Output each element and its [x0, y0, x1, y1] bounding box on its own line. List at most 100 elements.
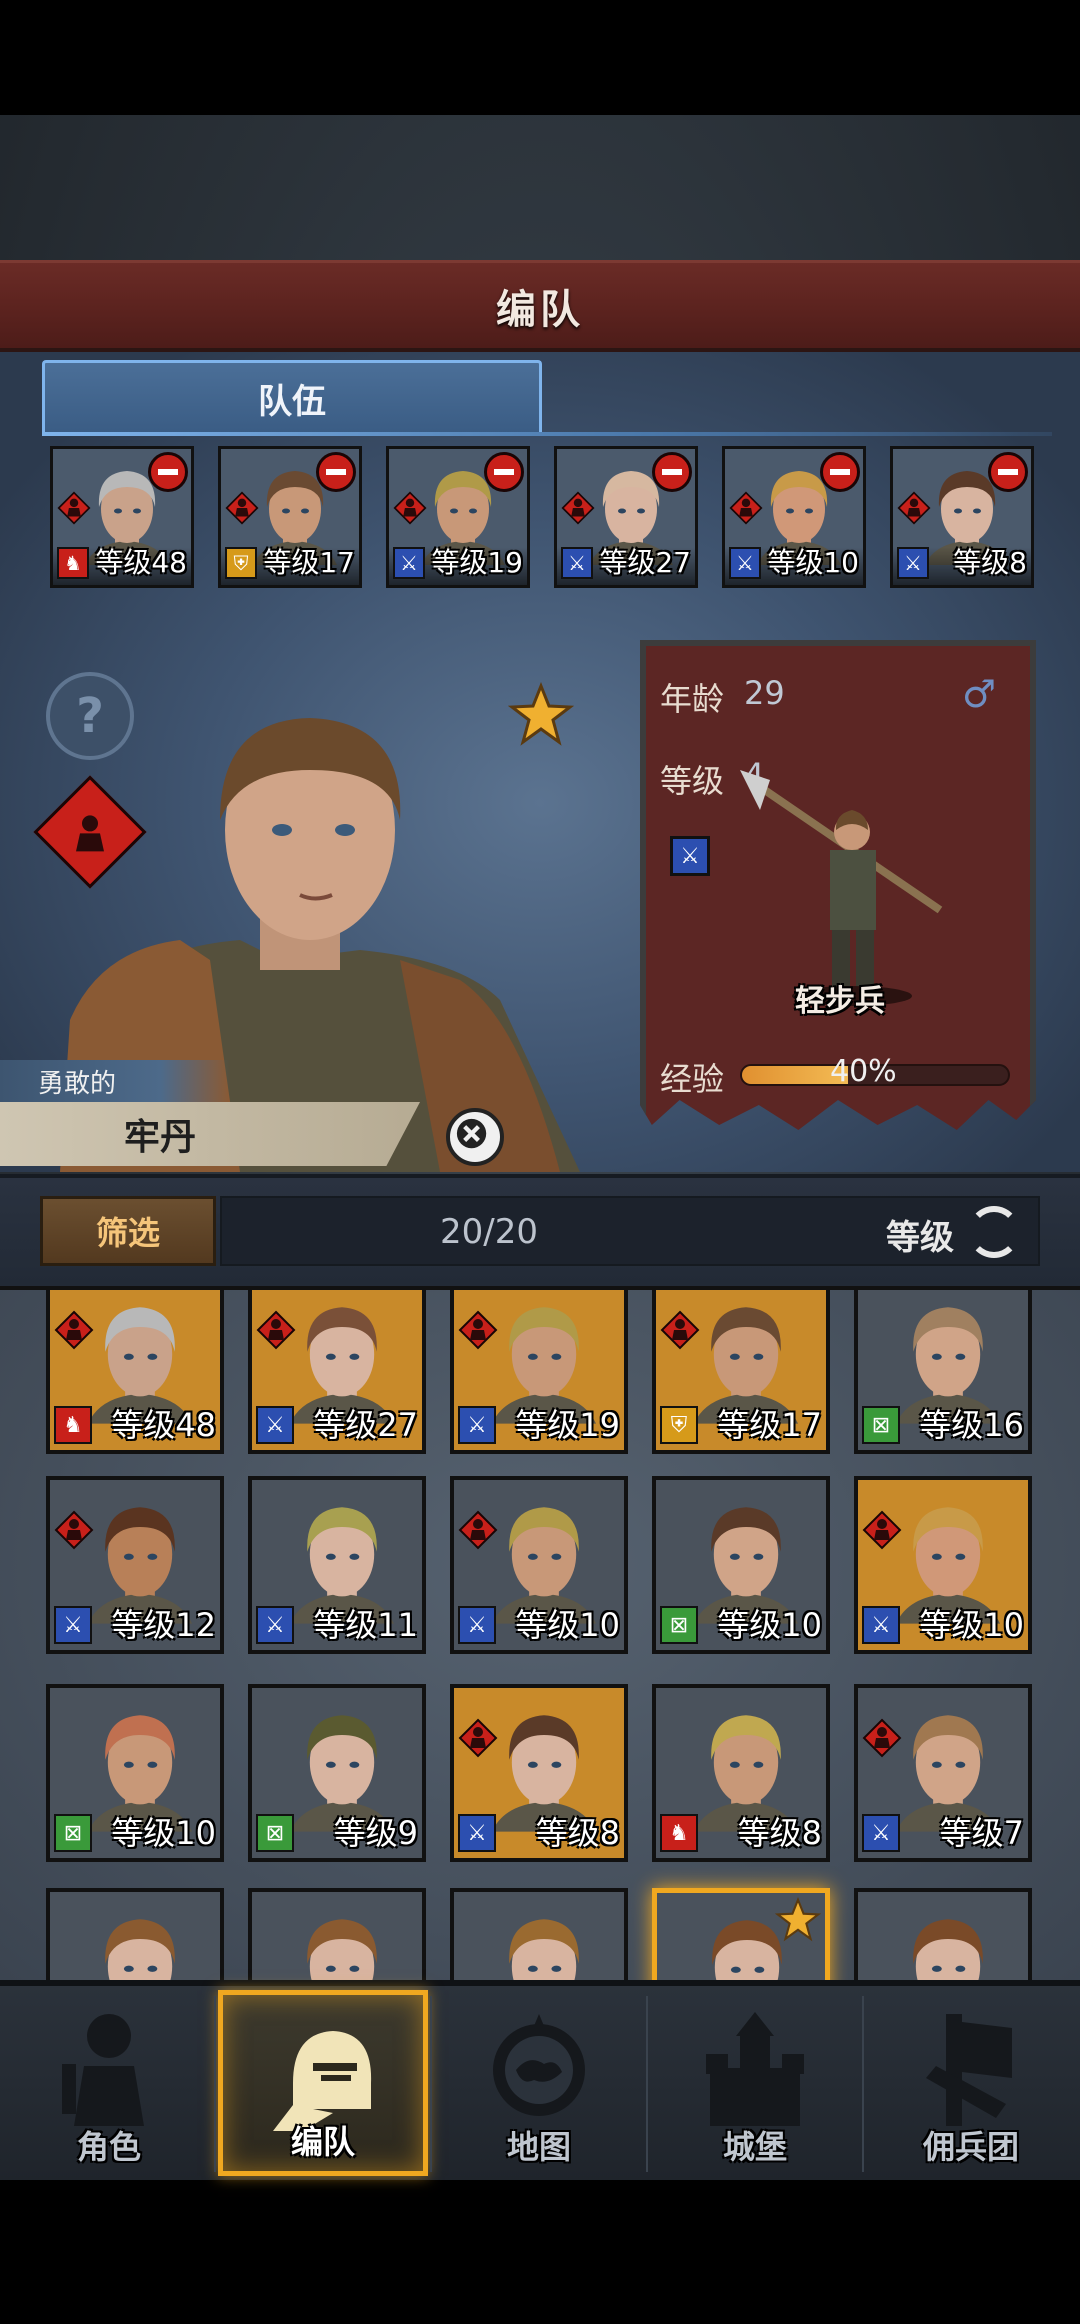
tab-underline [42, 432, 1052, 436]
banner-icon [916, 2008, 1026, 2126]
sword-class-icon: ⚔ [256, 1406, 294, 1444]
nav-item-helmet[interactable]: 编队 [218, 1990, 428, 2176]
soldier-level: 等级8 [535, 1814, 620, 1852]
roster-count: 20/20 [440, 1212, 538, 1252]
bow-class-icon: ⊠ [862, 1406, 900, 1444]
roster-grid: ♞ 等级48 ⚔ 等级27 ⚔ 等级19 ⛨ 等级17 ⊠ 等级16 ⚔ 等级12 ⚔ 等级11 ⚔ 等级10… [0, 1290, 1080, 1980]
fighter-role-icon [225, 491, 259, 525]
soldier-level: 等级9 [333, 1814, 418, 1852]
soldier-level: 等级27 [313, 1406, 418, 1444]
dismiss-hero-button[interactable] [446, 1108, 504, 1166]
soldier-level: 等级8 [737, 1814, 822, 1852]
roster-soldier-card[interactable]: ⊠ 等级16 [854, 1290, 1032, 1454]
soldier-level: 等级19 [515, 1406, 620, 1444]
team-member-card[interactable]: ⚔ 等级27 [554, 446, 698, 588]
level-label: 等级 [660, 762, 725, 800]
remove-member-icon[interactable] [484, 452, 524, 492]
sort-by-level-button[interactable]: 等级 [886, 1210, 954, 1259]
roster-soldier-card[interactable]: ⚔ 等级27 [248, 1290, 426, 1454]
roster-soldier-card[interactable] [450, 1888, 628, 1980]
roster-soldier-card[interactable]: ⚔ 等级7 [854, 1684, 1032, 1862]
compass-map-icon [484, 2008, 594, 2126]
refresh-sort-icon[interactable] [968, 1206, 1020, 1258]
remove-member-icon[interactable] [988, 452, 1028, 492]
bow-class-icon: ⊠ [54, 1814, 92, 1852]
soldier-portrait [492, 1900, 596, 1980]
exp-label: 经验 [660, 1060, 725, 1098]
sword-class-icon: ⚔ [393, 547, 425, 579]
roster-soldier-card[interactable]: ⚔ 等级10 [450, 1476, 628, 1654]
nav-label: 佣兵团 [922, 2128, 1019, 2166]
title-banner: 编队 [0, 260, 1080, 352]
bow-class-icon: ⊠ [660, 1606, 698, 1644]
team-member-card[interactable]: ⚔ 等级10 [722, 446, 866, 588]
roster-soldier-card[interactable] [248, 1888, 426, 1980]
tab-team[interactable]: 队伍 [42, 360, 542, 434]
roster-soldier-card[interactable]: ⚔ 等级11 [248, 1476, 426, 1654]
sword-class-icon: ⚔ [54, 1606, 92, 1644]
nav-item-knight[interactable]: 角色 [4, 1990, 214, 2176]
member-level: 等级27 [599, 546, 691, 579]
fighter-role-icon [54, 1310, 94, 1350]
horse-class-icon: ♞ [57, 547, 89, 579]
remove-member-icon[interactable] [820, 452, 860, 492]
roster-soldier-card[interactable]: ⚔ 等级8 [450, 1684, 628, 1862]
member-level: 等级19 [431, 546, 523, 579]
sword-class-icon: ⚔ [458, 1606, 496, 1644]
filter-button[interactable]: 筛选 [40, 1196, 216, 1266]
team-member-card[interactable]: ⛨ 等级17 [218, 446, 362, 588]
team-member-card[interactable]: ⚔ 等级8 [890, 446, 1034, 588]
bow-class-icon: ⊠ [256, 1814, 294, 1852]
member-level: 等级17 [263, 546, 355, 579]
nav-item-banner[interactable]: 佣兵团 [866, 1990, 1076, 2176]
fighter-role-icon [897, 491, 931, 525]
roster-soldier-card[interactable] [652, 1888, 830, 1980]
team-member-card[interactable]: ♞ 等级48 [50, 446, 194, 588]
sword-class-icon: ⚔ [897, 547, 929, 579]
roster-soldier-card[interactable]: ♞ 等级48 [46, 1290, 224, 1454]
nav-divider [862, 1996, 864, 2172]
roster-soldier-card[interactable]: ♞ 等级8 [652, 1684, 830, 1862]
roster-soldier-card[interactable]: ⚔ 等级12 [46, 1476, 224, 1654]
member-level: 等级48 [95, 546, 187, 579]
soldier-level: 等级10 [919, 1606, 1024, 1644]
roster-soldier-card[interactable]: ⊠ 等级10 [46, 1684, 224, 1862]
nav-label: 地图 [506, 2128, 571, 2166]
team-member-card[interactable]: ⚔ 等级19 [386, 446, 530, 588]
helmet-icon [273, 2013, 383, 2131]
remove-member-icon[interactable] [316, 452, 356, 492]
fighter-role-icon [561, 491, 595, 525]
roster-soldier-card[interactable] [46, 1888, 224, 1980]
sword-class-icon: ⚔ [862, 1606, 900, 1644]
remove-member-icon[interactable] [148, 452, 188, 492]
soldier-level: 等级10 [717, 1606, 822, 1644]
hero-name: 牢丹 [123, 1117, 196, 1158]
favorite-star-icon [775, 1897, 821, 1942]
remove-member-icon[interactable] [652, 452, 692, 492]
sword-class-icon: ⚔ [458, 1406, 496, 1444]
soldier-level: 等级10 [111, 1814, 216, 1852]
roster-soldier-card[interactable] [854, 1888, 1032, 1980]
age-value: 29 [744, 674, 785, 712]
nav-divider [214, 1996, 216, 2172]
roster-soldier-card[interactable]: ⛨ 等级17 [652, 1290, 830, 1454]
roster-soldier-card[interactable]: ⚔ 等级19 [450, 1290, 628, 1454]
fighter-role-icon [256, 1310, 296, 1350]
soldier-level: 等级17 [717, 1406, 822, 1444]
roster-soldier-card[interactable]: ⊠ 等级10 [652, 1476, 830, 1654]
unit-class-name: 轻步兵 [795, 984, 885, 1019]
exp-percent: 40% [830, 1054, 897, 1089]
fighter-role-icon [393, 491, 427, 525]
roster-soldier-card[interactable]: ⚔ 等级10 [854, 1476, 1032, 1654]
member-level: 等级8 [953, 546, 1027, 579]
soldier-portrait [896, 1900, 1000, 1980]
roster-soldier-card[interactable]: ⊠ 等级9 [248, 1684, 426, 1862]
shield-class-icon: ⛨ [660, 1406, 698, 1444]
nav-item-compass-map[interactable]: 地图 [434, 1990, 644, 2176]
nav-item-castle[interactable]: 城堡 [650, 1990, 860, 2176]
hero-name-plate[interactable]: 牢丹 [0, 1102, 420, 1166]
knight-icon [54, 2008, 164, 2126]
soldier-level: 等级7 [939, 1814, 1024, 1852]
sword-class-icon: ⚔ [862, 1814, 900, 1852]
sword-class-icon: ⚔ [670, 836, 710, 876]
